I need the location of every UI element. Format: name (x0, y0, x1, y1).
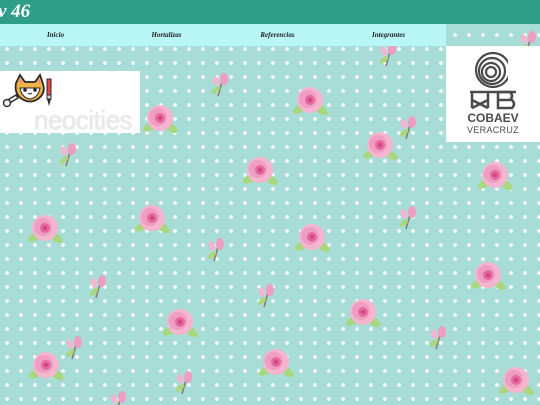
neocities-badge[interactable]: neocities (0, 71, 140, 133)
neocities-wordmark: neocities (34, 105, 133, 135)
site-title: v 46 (0, 1, 31, 22)
cobaev-logo: COBAEV VERACRUZ (446, 46, 540, 142)
nav-link-inicio[interactable]: Inicio (0, 31, 111, 39)
nav-link-hortalizas[interactable]: Hortalizas (111, 31, 222, 39)
cobaev-name: COBAEV (467, 111, 519, 125)
header-bar: v 46 (0, 0, 540, 24)
nav-link-integrantes[interactable]: Integrantes (333, 31, 444, 39)
main-nav: Inicio Hortalizas Referencias Integrante… (0, 24, 446, 46)
cobaev-state: VERACRUZ (467, 125, 519, 135)
cobaev-spiral-icon (470, 51, 516, 110)
nav-link-referencias[interactable]: Referencias (222, 31, 333, 39)
